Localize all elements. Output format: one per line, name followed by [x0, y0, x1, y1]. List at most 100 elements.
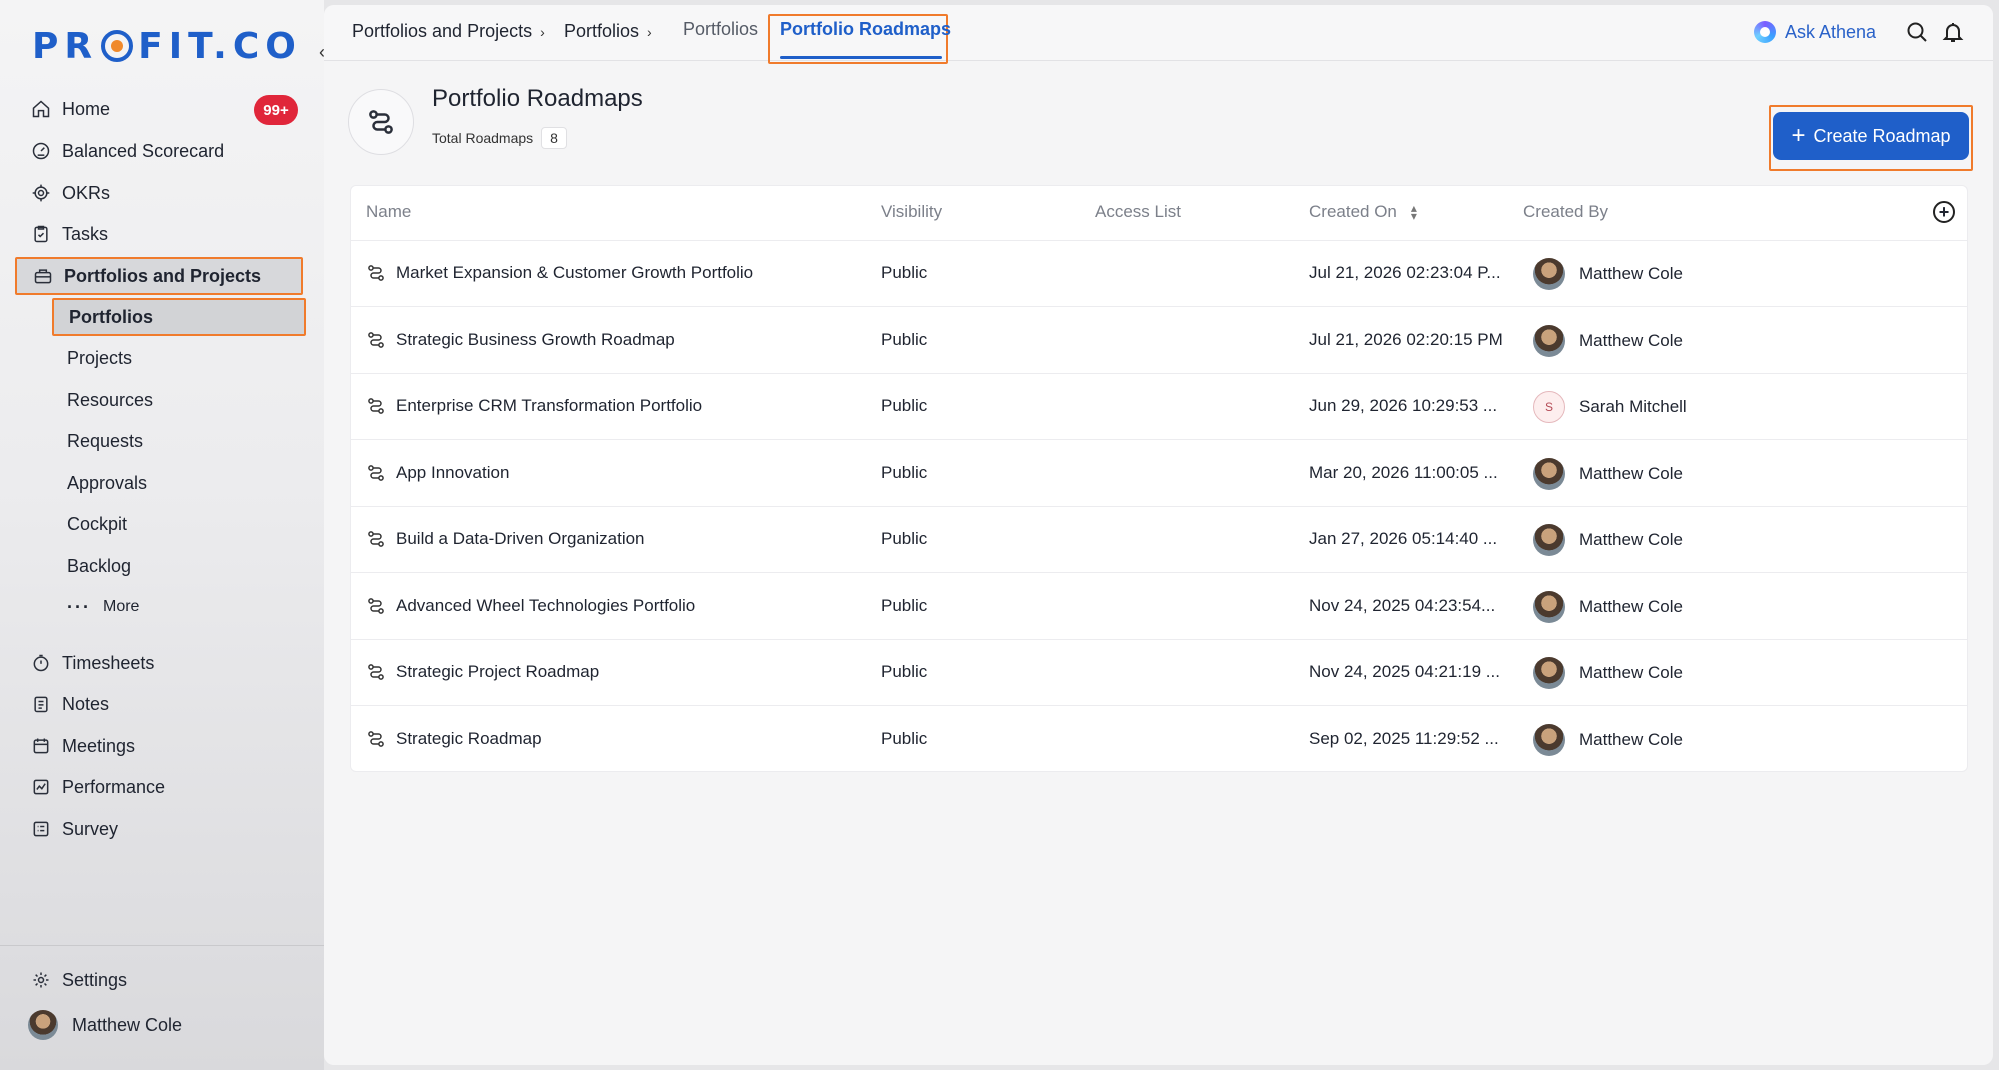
table-row[interactable]: Enterprise CRM Transformation Portfolio P… — [351, 374, 1967, 440]
roadmap-name-cell[interactable]: Build a Data-Driven Organization — [366, 529, 645, 549]
sidebar-subitem-backlog[interactable]: Backlog — [67, 550, 131, 582]
table-row[interactable]: Build a Data-Driven Organization Public Ja… — [351, 507, 1967, 573]
column-header-created-on[interactable]: Created On ▴ ▾ — [1309, 202, 1417, 222]
breadcrumb-portfolios-and-projects[interactable]: Portfolios and Projects › — [352, 21, 545, 42]
roadmap-name-cell[interactable]: Strategic Project Roadmap — [366, 662, 599, 682]
table-row[interactable]: Strategic Project Roadmap Public Nov 24, 2… — [351, 640, 1967, 706]
stopwatch-icon — [30, 652, 52, 674]
created-by-cell: S Sarah Mitchell — [1533, 391, 1687, 423]
roadmap-icon — [366, 529, 396, 549]
visibility-cell: Public — [881, 662, 928, 681]
more-dots-icon: ··· — [67, 596, 91, 617]
total-roadmaps: Total Roadmaps 8 — [432, 127, 567, 149]
created-by-cell: Matthew Cole — [1533, 258, 1683, 290]
sidebar-subitem-projects[interactable]: Projects — [67, 342, 132, 374]
sidebar-item-performance[interactable]: Performance — [30, 770, 302, 804]
created-on-cell: Jan 27, 2026 05:14:40 ... — [1309, 529, 1498, 548]
visibility-cell: Public — [881, 263, 928, 282]
roadmap-icon — [366, 396, 396, 416]
sidebar-item-timesheets[interactable]: Timesheets — [30, 646, 302, 680]
table-header: Name Visibility Access List Created On ▴… — [351, 186, 1967, 241]
sidebar-divider — [0, 945, 324, 946]
table-row[interactable]: Strategic Roadmap Public Sep 02, 2025 11:2… — [351, 707, 1967, 773]
sidebar-subitem-requests[interactable]: Requests — [67, 425, 143, 457]
user-name: Matthew Cole — [72, 1014, 183, 1035]
bell-icon[interactable] — [1941, 20, 1965, 44]
tab-portfolio-roadmaps[interactable]: Portfolio Roadmaps — [780, 19, 951, 40]
visibility-cell: Public — [881, 396, 928, 415]
created-on-cell: Jul 21, 2026 02:20:15 PM — [1309, 329, 1503, 349]
add-column-icon[interactable]: + — [1933, 201, 1955, 223]
roadmap-icon — [366, 263, 396, 283]
roadmap-name-cell[interactable]: Strategic Business Growth Roadmap — [366, 330, 675, 350]
survey-list-icon — [30, 818, 52, 840]
created-on-cell: Nov 24, 2025 04:23:54... — [1309, 595, 1496, 615]
sidebar-item-label: Settings — [62, 969, 128, 990]
trend-chart-icon — [30, 776, 52, 798]
created-by-cell: Matthew Cole — [1533, 524, 1683, 556]
column-header-created-by[interactable]: Created By — [1523, 202, 1608, 222]
total-roadmaps-label: Total Roadmaps — [432, 130, 534, 146]
created-by-cell: Matthew Cole — [1533, 723, 1683, 756]
breadcrumb-chevron-icon: › — [647, 23, 652, 40]
roadmap-name-cell[interactable]: Advanced Wheel Technologies Portfolio — [366, 596, 695, 616]
briefcase-icon — [32, 265, 54, 287]
sidebar-item-settings[interactable]: Settings — [30, 963, 302, 997]
table-row[interactable]: Market Expansion & Customer Growth Portf… — [351, 241, 1967, 307]
column-header-name[interactable]: Name — [366, 202, 411, 222]
roadmaps-table: Name Visibility Access List Created On ▴… — [350, 185, 1968, 772]
tab-portfolios[interactable]: Portfolios — [683, 19, 758, 40]
sidebar-item-label: Meetings — [62, 735, 136, 756]
sidebar-item-balanced-scorecard[interactable]: Balanced Scorecard — [30, 134, 302, 168]
scorecard-gauge-icon — [30, 140, 52, 162]
sidebar-item-notes[interactable]: Notes — [30, 687, 302, 721]
column-header-access-list[interactable]: Access List — [1095, 202, 1181, 222]
sidebar-item-label: Timesheets — [62, 652, 155, 673]
roadmap-name-cell[interactable]: App Innovation — [366, 463, 509, 483]
created-by-cell: Matthew Cole — [1533, 657, 1683, 689]
sidebar-user-profile[interactable]: Matthew Cole — [28, 1008, 300, 1042]
calendar-icon — [30, 735, 52, 757]
search-icon[interactable] — [1905, 20, 1929, 44]
user-avatar — [1533, 457, 1565, 490]
user-avatar — [1533, 324, 1565, 357]
roadmap-name-cell[interactable]: Enterprise CRM Transformation Portfolio — [366, 396, 702, 416]
column-header-visibility[interactable]: Visibility — [881, 202, 942, 222]
sidebar-item-survey[interactable]: Survey — [30, 812, 302, 846]
roadmap-name-cell[interactable]: Strategic Roadmap — [366, 729, 542, 749]
sidebar-item-meetings[interactable]: Meetings — [30, 729, 302, 763]
roadmap-name: Market Expansion & Customer Growth Portf… — [396, 263, 754, 282]
notes-icon — [30, 693, 52, 715]
created-on-cell: Jun 29, 2026 10:29:53 ... — [1309, 396, 1498, 415]
sidebar-subitem-cockpit[interactable]: Cockpit — [67, 508, 127, 540]
sidebar-item-portfolios-and-projects[interactable]: Portfolios and Projects — [15, 257, 303, 295]
sidebar-subitem-portfolios[interactable]: Portfolios — [52, 298, 306, 336]
sidebar-item-okrs[interactable]: OKRs — [30, 176, 302, 210]
sidebar-item-tasks[interactable]: Tasks — [30, 217, 302, 251]
athena-ai-icon — [1754, 21, 1776, 43]
created-on-cell: Sep 02, 2025 11:29:52 ... — [1309, 728, 1499, 748]
created-by-name: Sarah Mitchell — [1579, 397, 1687, 416]
sidebar-more[interactable]: ··· More — [67, 591, 139, 623]
create-roadmap-button[interactable]: + Create Roadmap — [1773, 112, 1969, 160]
created-by-name: Matthew Cole — [1579, 596, 1683, 616]
roadmap-name: Enterprise CRM Transformation Portfolio — [396, 396, 703, 415]
user-avatar — [28, 1010, 58, 1040]
sidebar-item-label: Notes — [62, 693, 110, 714]
roadmap-name-cell[interactable]: Market Expansion & Customer Growth Portf… — [366, 263, 753, 283]
table-row[interactable]: Advanced Wheel Technologies Portfolio Pub… — [351, 574, 1967, 640]
sidebar-subitem-resources[interactable]: Resources — [67, 384, 153, 416]
created-by-name: Matthew Cole — [1579, 530, 1683, 549]
total-roadmaps-count: 8 — [541, 127, 567, 149]
table-row[interactable]: App Innovation Public Mar 20, 2026 11:00:0… — [351, 441, 1967, 507]
created-by-name: Matthew Cole — [1579, 330, 1683, 350]
sidebar-subitem-approvals[interactable]: Approvals — [67, 467, 147, 499]
sort-icon[interactable]: ▴ ▾ — [1411, 202, 1417, 222]
user-avatar — [1533, 657, 1565, 689]
table-row[interactable]: Strategic Business Growth Roadmap Public J… — [351, 308, 1967, 374]
breadcrumb-portfolios[interactable]: Portfolios › — [564, 21, 652, 42]
ask-athena-button[interactable]: Ask Athena — [1754, 17, 1876, 47]
top-bar: Portfolios and Projects › Portfolios › Por… — [324, 5, 1993, 64]
profitco-logo[interactable]: PR FIT.CO — [32, 26, 302, 67]
roadmap-icon — [366, 662, 396, 682]
